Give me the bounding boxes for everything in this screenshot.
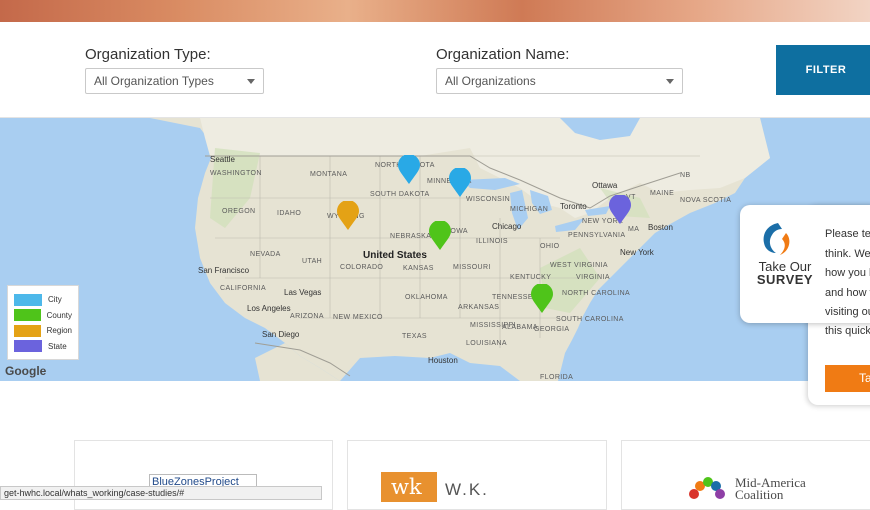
map-label: KENTUCKY [510, 274, 552, 281]
map-label: NOVA SCOTIA [680, 197, 732, 204]
google-logo[interactable]: Google [5, 364, 46, 378]
map-label: New York [620, 248, 654, 257]
map-label: WASHINGTON [210, 170, 262, 177]
map-label: ILLINOIS [476, 238, 508, 245]
org-type-label: Organization Type: [85, 46, 211, 63]
wk-logo: wk [381, 472, 437, 502]
map-label: NEVADA [250, 251, 281, 258]
map-label: LOUISIANA [466, 340, 507, 347]
map-label: WISCONSIN [466, 196, 511, 203]
map-legend: City County Region State [7, 285, 79, 360]
map-label: Houston [428, 356, 458, 365]
map-label: OKLAHOMA [405, 294, 448, 301]
map-label: MAINE [650, 190, 675, 197]
legend-item-county: County [14, 308, 72, 324]
survey-text-line: think. We [825, 248, 870, 260]
map-pin-county[interactable] [429, 221, 451, 251]
map-label: TEXAS [402, 333, 427, 340]
survey-text-line: Please tel [825, 228, 870, 240]
legend-label: City [48, 295, 62, 305]
survey-title-line: SURVEY [756, 272, 814, 287]
org-type-value: All Organization Types [94, 74, 214, 88]
legend-label: County [46, 310, 72, 320]
map-label: NORTH CAROLINA [562, 290, 631, 297]
map-label: San Diego [262, 330, 300, 339]
map-label: UTAH [302, 258, 323, 265]
mid-america-logo-icon [689, 477, 725, 499]
map-label: SOUTH DAKOTA [370, 191, 430, 198]
map-label: Chicago [492, 222, 522, 231]
map-label: ARKANSAS [458, 304, 500, 311]
map-label: SOUTH CAROLINA [556, 316, 624, 323]
legend-item-state: State [14, 339, 72, 355]
map-label: KANSAS [403, 265, 434, 272]
hero-banner [0, 0, 870, 22]
survey-text-line: and how w [825, 287, 870, 299]
wk-name: W.K. [445, 480, 489, 499]
map-pin-state[interactable] [609, 195, 631, 225]
map-pin-city[interactable] [449, 168, 471, 198]
mid-america-line: Coalition [735, 487, 784, 502]
org-type-select[interactable]: All Organization Types [85, 68, 264, 94]
org-name-select[interactable]: All Organizations [436, 68, 683, 94]
map-label: WEST VIRGINIA [550, 262, 608, 269]
survey-logo-icon [763, 223, 790, 255]
legend-swatch [14, 340, 42, 353]
map-label-country: United States [363, 250, 427, 261]
legend-label: Region [46, 326, 72, 336]
chevron-down-icon [666, 79, 674, 84]
map-label: GEORGIA [534, 326, 570, 333]
map-label: Seattle [210, 155, 235, 164]
legend-item-region: Region [14, 323, 72, 339]
map-label: ALABAMA [502, 324, 538, 331]
status-bar-url: get-hwhc.local/whats_working/case-studie… [0, 486, 322, 500]
map-label: Toronto [560, 202, 587, 211]
map-label: IDAHO [277, 210, 302, 217]
map-label: Boston [648, 223, 673, 232]
legend-item-city: City [14, 292, 72, 308]
map-label: Ottawa [592, 181, 618, 190]
map-pin-city[interactable] [398, 155, 420, 185]
survey-title: Take Our SURVEY [750, 260, 820, 286]
filter-bar: Organization Type: All Organization Type… [0, 22, 870, 118]
map-label: San Francisco [198, 266, 250, 275]
mid-america-name: Mid-America Coalition [735, 476, 806, 502]
map-label: OREGON [222, 208, 256, 215]
map-label: OHIO [540, 243, 560, 250]
map-pin-county[interactable] [531, 284, 553, 314]
map-label: MA [628, 226, 640, 233]
legend-swatch [14, 293, 42, 306]
map-label: Los Angeles [247, 304, 291, 313]
map-label: IOWA [448, 228, 469, 235]
map-label: NB [680, 172, 691, 179]
map-label: Las Vegas [284, 288, 322, 297]
legend-swatch [14, 309, 41, 322]
org-name-value: All Organizations [445, 74, 536, 88]
chevron-down-icon [247, 79, 255, 84]
take-survey-button[interactable]: Ta [825, 365, 870, 392]
survey-text-line: this quick [825, 325, 870, 337]
map-label: MICHIGAN [510, 206, 549, 213]
map-label: MISSOURI [453, 264, 491, 271]
survey-text-line: how you h [825, 267, 870, 279]
map-label: CALIFORNIA [220, 285, 267, 292]
legend-swatch [14, 324, 41, 337]
survey-text-line: visiting ou [825, 306, 870, 318]
org-name-label: Organization Name: [436, 46, 570, 63]
map-label: MONTANA [310, 171, 348, 178]
map-label: COLORADO [340, 264, 384, 271]
map-label: NEBRASKA [390, 233, 432, 240]
map-label: NEW MEXICO [333, 314, 383, 321]
map-label: PENNSYLVANIA [568, 232, 626, 239]
filter-button[interactable]: FILTER [776, 45, 870, 95]
legend-label: State [48, 341, 67, 351]
map-label: ARIZONA [290, 313, 324, 320]
wk-mark: wk [391, 475, 422, 499]
map-pin-region[interactable] [337, 201, 359, 231]
map-label: VIRGINIA [576, 274, 610, 281]
map-label: FLORIDA [540, 374, 574, 381]
